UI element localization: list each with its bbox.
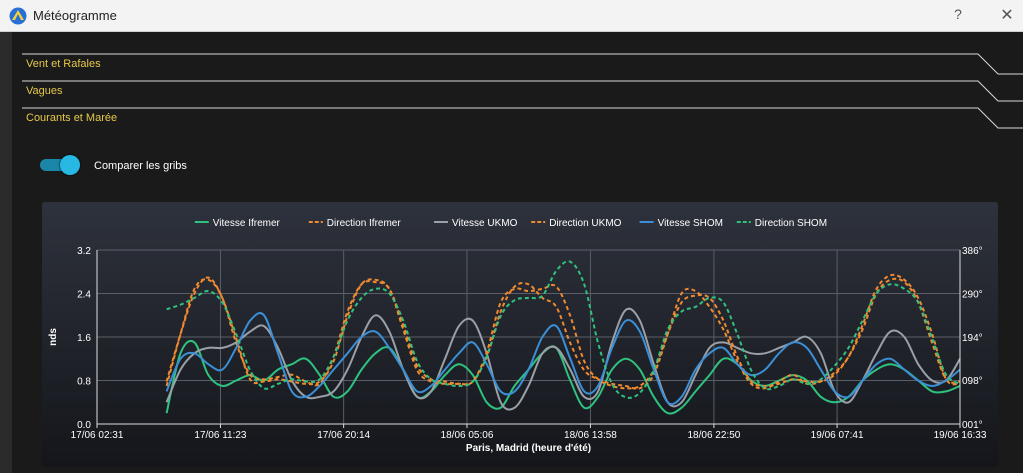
- y2-tick-label: 194°: [962, 333, 983, 344]
- y-axis-label: nds: [48, 328, 59, 346]
- x-tick-label: 17/06 11:23: [194, 430, 247, 441]
- content-area: Vent et Rafales Vagues Courants et Marée…: [12, 32, 1023, 473]
- chart-axes: 0.00.81.62.43.217/06 02:31 17/06 11:23 17/…: [48, 246, 987, 454]
- y2-tick-label: 098°: [962, 376, 983, 387]
- accordion-lines: [22, 53, 1023, 129]
- chart-grid: [96, 249, 961, 425]
- x-tick-label: 18/06 13:58: [564, 430, 617, 441]
- legend-label-3: Direction UKMO: [549, 218, 621, 229]
- x-tick-label: 17/06 20:14: [317, 430, 370, 441]
- y-tick-label: 1.6: [77, 333, 91, 344]
- series-line-1: [165, 273, 961, 390]
- app-logo-icon: [9, 7, 27, 25]
- compare-gribs-toggle[interactable]: [40, 154, 82, 176]
- legend-label-0: Vitesse Ifremer: [213, 218, 281, 229]
- section-courants-maree[interactable]: Courants et Marée: [26, 112, 117, 124]
- x-tick-label: 18/06 22:50: [687, 430, 740, 441]
- y2-tick-label: 001°: [962, 420, 983, 431]
- toggle-knob: [60, 155, 80, 175]
- compare-gribs-label: Comparer les gribs: [94, 160, 187, 172]
- series-line-3: [165, 276, 961, 390]
- x-tick-label: 18/06 05:06: [441, 430, 494, 441]
- y-tick-label: 2.4: [77, 290, 91, 301]
- title-bar: Météogramme ? ✕: [0, 0, 1023, 32]
- y-tick-label: 0.8: [77, 377, 91, 388]
- legend-label-4: Vitesse SHOM: [658, 218, 723, 229]
- x-axis-label: Paris, Madrid (heure d'été): [466, 443, 591, 454]
- y-tick-label: 3.2: [77, 246, 91, 257]
- legend-label-5: Direction SHOM: [755, 218, 827, 229]
- close-button[interactable]: ✕: [998, 5, 1016, 25]
- section-vagues[interactable]: Vagues: [26, 85, 63, 97]
- chart-legend: Vitesse Ifremer Direction Ifremer Vitesse …: [194, 218, 827, 229]
- x-tick-label: 17/06 02:31: [71, 430, 124, 441]
- legend-label-1: Direction Ifremer: [327, 218, 402, 229]
- meteogram-chart: Vitesse Ifremer Direction Ifremer Vitesse …: [48, 218, 987, 454]
- legend-label-2: Vitesse UKMO: [452, 218, 518, 229]
- window-title: Météogramme: [33, 8, 117, 23]
- section-vent-rafales[interactable]: Vent et Rafales: [26, 58, 101, 70]
- x-tick-label: 19/06 07:41: [811, 430, 864, 441]
- x-tick-label: 19/06 16:33: [934, 430, 987, 441]
- chart-panel: Vitesse Ifremer Direction Ifremer Vitesse …: [42, 202, 998, 467]
- help-button[interactable]: ?: [950, 6, 966, 24]
- y2-tick-label: 290°: [962, 289, 983, 300]
- y2-tick-label: 386°: [962, 246, 983, 257]
